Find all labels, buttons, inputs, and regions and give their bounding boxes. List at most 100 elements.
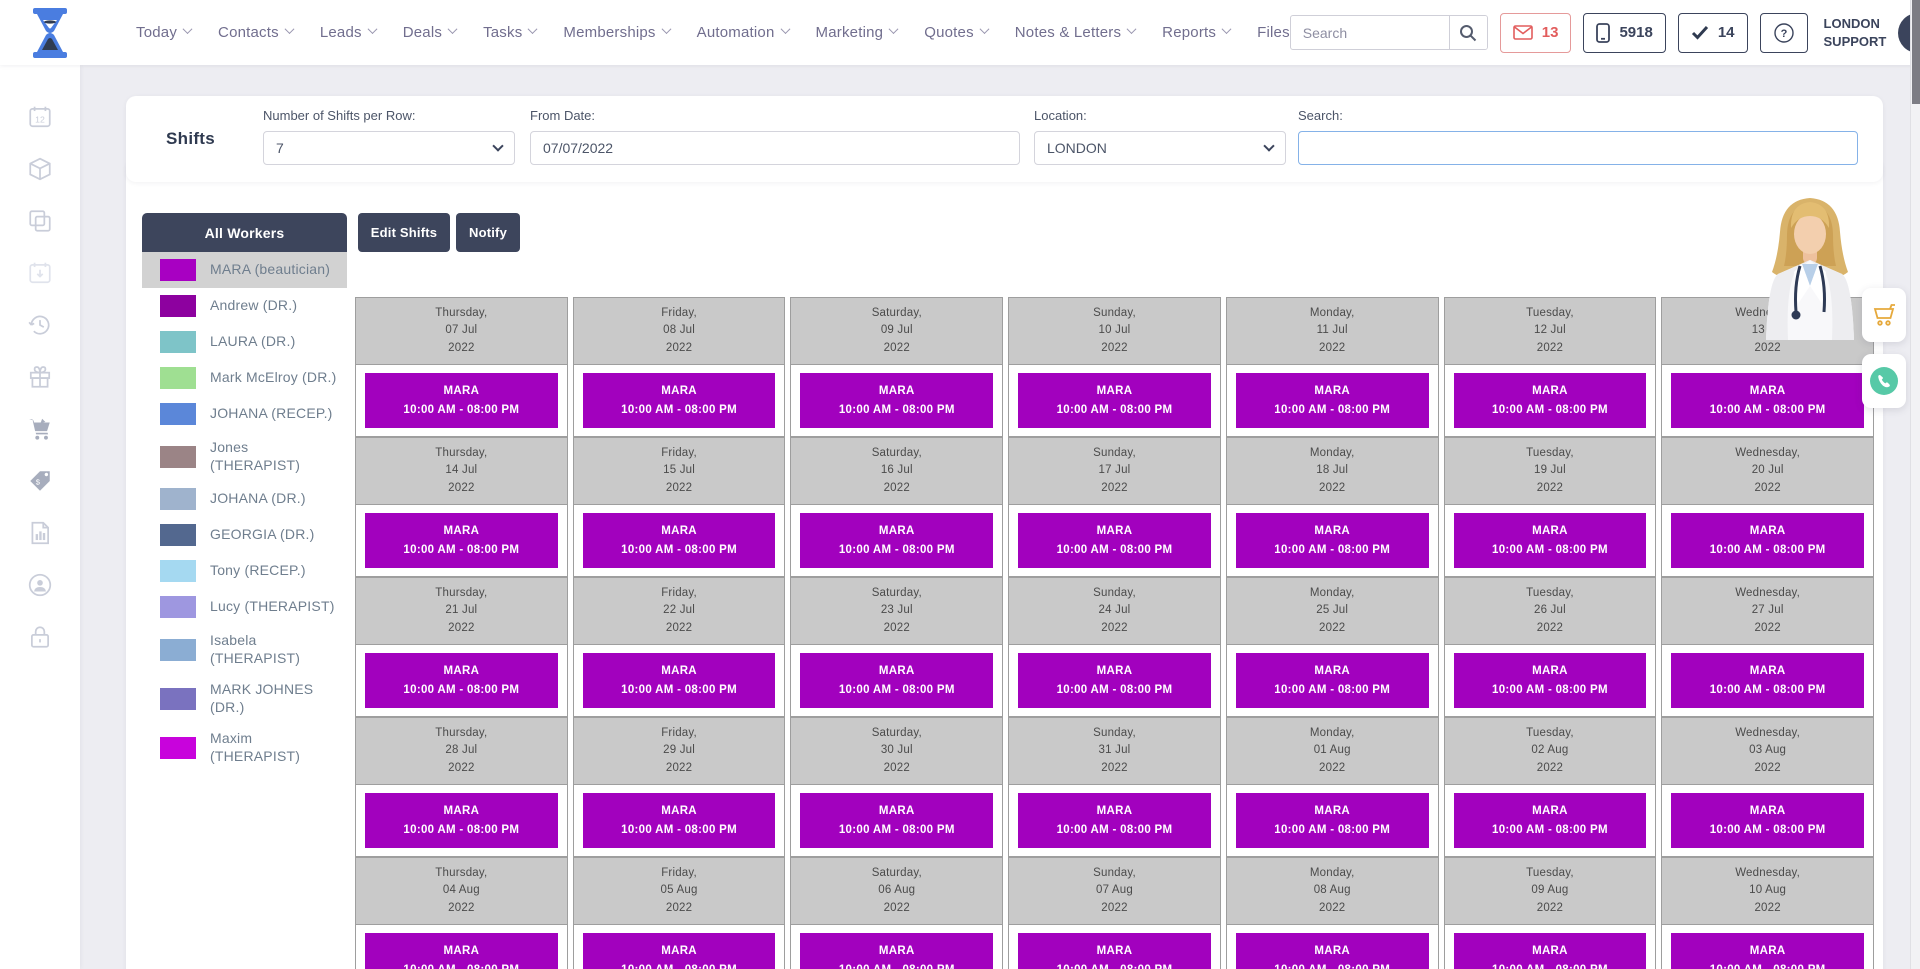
day-header-cell: Monday,11 Jul2022 <box>1226 297 1439 365</box>
shift-block[interactable]: MARA10:00 AM - 08:00 PM <box>365 373 558 428</box>
shift-block[interactable]: MARA10:00 AM - 08:00 PM <box>583 513 776 568</box>
shift-block[interactable]: MARA10:00 AM - 08:00 PM <box>365 793 558 848</box>
calendar-download-icon[interactable] <box>27 259 54 286</box>
menu-item-reports[interactable]: Reports <box>1162 24 1230 41</box>
worker-row[interactable]: MARA (beautician) <box>142 252 347 288</box>
shift-block[interactable]: MARA10:00 AM - 08:00 PM <box>1454 933 1647 969</box>
shift-block[interactable]: MARA10:00 AM - 08:00 PM <box>800 793 993 848</box>
shifts-per-row-select[interactable]: 7 <box>263 131 515 165</box>
shift-block[interactable]: MARA10:00 AM - 08:00 PM <box>1236 373 1429 428</box>
menu-item-contacts[interactable]: Contacts <box>218 24 293 41</box>
menu-item-memberships[interactable]: Memberships <box>563 24 669 41</box>
shift-block[interactable]: MARA10:00 AM - 08:00 PM <box>1671 373 1864 428</box>
cart-icon[interactable] <box>27 415 54 442</box>
shift-time: 10:00 AM - 08:00 PM <box>1057 541 1173 559</box>
shift-block[interactable]: MARA10:00 AM - 08:00 PM <box>1236 933 1429 969</box>
notify-button[interactable]: Notify <box>456 213 520 252</box>
mail-badge-button[interactable]: 13 <box>1500 13 1572 53</box>
menu-item-notes-letters[interactable]: Notes & Letters <box>1015 24 1135 41</box>
shift-block[interactable]: MARA10:00 AM - 08:00 PM <box>583 653 776 708</box>
worker-color-swatch <box>160 367 196 389</box>
shift-block[interactable]: MARA10:00 AM - 08:00 PM <box>583 793 776 848</box>
day-header-cell: Saturday,16 Jul2022 <box>790 437 1003 505</box>
search-icon[interactable] <box>1449 16 1487 49</box>
menu-item-today[interactable]: Today <box>136 24 191 41</box>
task-badge-button[interactable]: 14 <box>1678 13 1748 53</box>
shift-block[interactable]: MARA10:00 AM - 08:00 PM <box>1236 513 1429 568</box>
menu-item-marketing[interactable]: Marketing <box>816 24 898 41</box>
cart-float-button[interactable] <box>1862 288 1906 342</box>
shift-block[interactable]: MARA10:00 AM - 08:00 PM <box>365 933 558 969</box>
page-scrollbar[interactable] <box>1910 0 1920 969</box>
menu-item-deals[interactable]: Deals <box>403 24 456 41</box>
shift-block[interactable]: MARA10:00 AM - 08:00 PM <box>1454 373 1647 428</box>
copy-icon[interactable] <box>27 207 54 234</box>
shift-block[interactable]: MARA10:00 AM - 08:00 PM <box>1454 653 1647 708</box>
worker-row[interactable]: Mark McElroy (DR.) <box>142 360 347 396</box>
lock-icon[interactable] <box>27 623 54 650</box>
menu-item-automation[interactable]: Automation <box>697 24 789 41</box>
shift-block[interactable]: MARA10:00 AM - 08:00 PM <box>1454 513 1647 568</box>
worker-row[interactable]: JOHANA (DR.) <box>142 481 347 517</box>
shift-worker-name: MARA <box>444 382 480 400</box>
shift-block[interactable]: MARA10:00 AM - 08:00 PM <box>365 653 558 708</box>
shift-block[interactable]: MARA10:00 AM - 08:00 PM <box>1671 513 1864 568</box>
phone-float-button[interactable] <box>1862 354 1906 408</box>
price-tag-icon[interactable]: $ <box>27 467 54 494</box>
shift-block[interactable]: MARA10:00 AM - 08:00 PM <box>1018 793 1211 848</box>
worker-row[interactable]: JOHANA (RECEP.) <box>142 396 347 432</box>
shift-block[interactable]: MARA10:00 AM - 08:00 PM <box>800 513 993 568</box>
history-icon[interactable] <box>27 311 54 338</box>
shift-block[interactable]: MARA10:00 AM - 08:00 PM <box>1671 933 1864 969</box>
worker-row[interactable]: MARK JOHNES (DR.) <box>142 674 347 723</box>
phone-badge-button[interactable]: 5918 <box>1583 13 1665 53</box>
shift-block[interactable]: MARA10:00 AM - 08:00 PM <box>800 373 993 428</box>
shift-worker-name: MARA <box>1314 802 1350 820</box>
day-header-cell: Sunday,24 Jul2022 <box>1008 577 1221 645</box>
shift-block[interactable]: MARA10:00 AM - 08:00 PM <box>1018 653 1211 708</box>
edit-shifts-button[interactable]: Edit Shifts <box>358 213 450 252</box>
shift-block[interactable]: MARA10:00 AM - 08:00 PM <box>800 653 993 708</box>
gift-icon[interactable] <box>27 363 54 390</box>
shift-block[interactable]: MARA10:00 AM - 08:00 PM <box>1671 653 1864 708</box>
worker-search-input[interactable] <box>1298 131 1858 165</box>
user-badge-icon[interactable] <box>27 571 54 598</box>
shift-block[interactable]: MARA10:00 AM - 08:00 PM <box>1236 653 1429 708</box>
calendar-icon[interactable]: 12 <box>27 103 54 130</box>
package-icon[interactable] <box>27 155 54 182</box>
shift-worker-name: MARA <box>1314 382 1350 400</box>
location-select[interactable]: LONDON <box>1034 131 1286 165</box>
worker-row[interactable]: Maxim (THERAPIST) <box>142 723 347 772</box>
shift-block[interactable]: MARA10:00 AM - 08:00 PM <box>800 933 993 969</box>
report-icon[interactable] <box>27 519 54 546</box>
shift-block[interactable]: MARA10:00 AM - 08:00 PM <box>1018 933 1211 969</box>
shift-block[interactable]: MARA10:00 AM - 08:00 PM <box>1454 793 1647 848</box>
worker-row[interactable]: Tony (RECEP.) <box>142 553 347 589</box>
help-button[interactable]: ? <box>1760 13 1808 53</box>
scrollbar-thumb[interactable] <box>1912 0 1920 104</box>
worker-row[interactable]: Lucy (THERAPIST) <box>142 589 347 625</box>
shift-block[interactable]: MARA10:00 AM - 08:00 PM <box>1236 793 1429 848</box>
menu-item-leads[interactable]: Leads <box>320 24 376 41</box>
shift-block[interactable]: MARA10:00 AM - 08:00 PM <box>583 933 776 969</box>
shift-block[interactable]: MARA10:00 AM - 08:00 PM <box>583 373 776 428</box>
day-header-cell: Friday,22 Jul2022 <box>573 577 786 645</box>
menu-item-tasks[interactable]: Tasks <box>483 24 536 41</box>
worker-row[interactable]: LAURA (DR.) <box>142 324 347 360</box>
smartphone-icon <box>1596 23 1610 43</box>
worker-row[interactable]: Isabela (THERAPIST) <box>142 625 347 674</box>
shift-block[interactable]: MARA10:00 AM - 08:00 PM <box>365 513 558 568</box>
shift-block[interactable]: MARA10:00 AM - 08:00 PM <box>1018 513 1211 568</box>
chevron-down-icon <box>889 24 899 34</box>
shift-time: 10:00 AM - 08:00 PM <box>1274 681 1390 699</box>
worker-row[interactable]: Jones (THERAPIST) <box>142 432 347 481</box>
menu-item-quotes[interactable]: Quotes <box>924 24 988 41</box>
menu-item-files[interactable]: Files <box>1257 24 1290 41</box>
all-workers-button[interactable]: All Workers <box>142 213 347 252</box>
worker-row[interactable]: Andrew (DR.) <box>142 288 347 324</box>
shift-block[interactable]: MARA10:00 AM - 08:00 PM <box>1018 373 1211 428</box>
global-search-input[interactable] <box>1291 25 1449 41</box>
from-date-input[interactable]: 07/07/2022 <box>530 131 1020 165</box>
worker-row[interactable]: GEORGIA (DR.) <box>142 517 347 553</box>
shift-block[interactable]: MARA10:00 AM - 08:00 PM <box>1671 793 1864 848</box>
